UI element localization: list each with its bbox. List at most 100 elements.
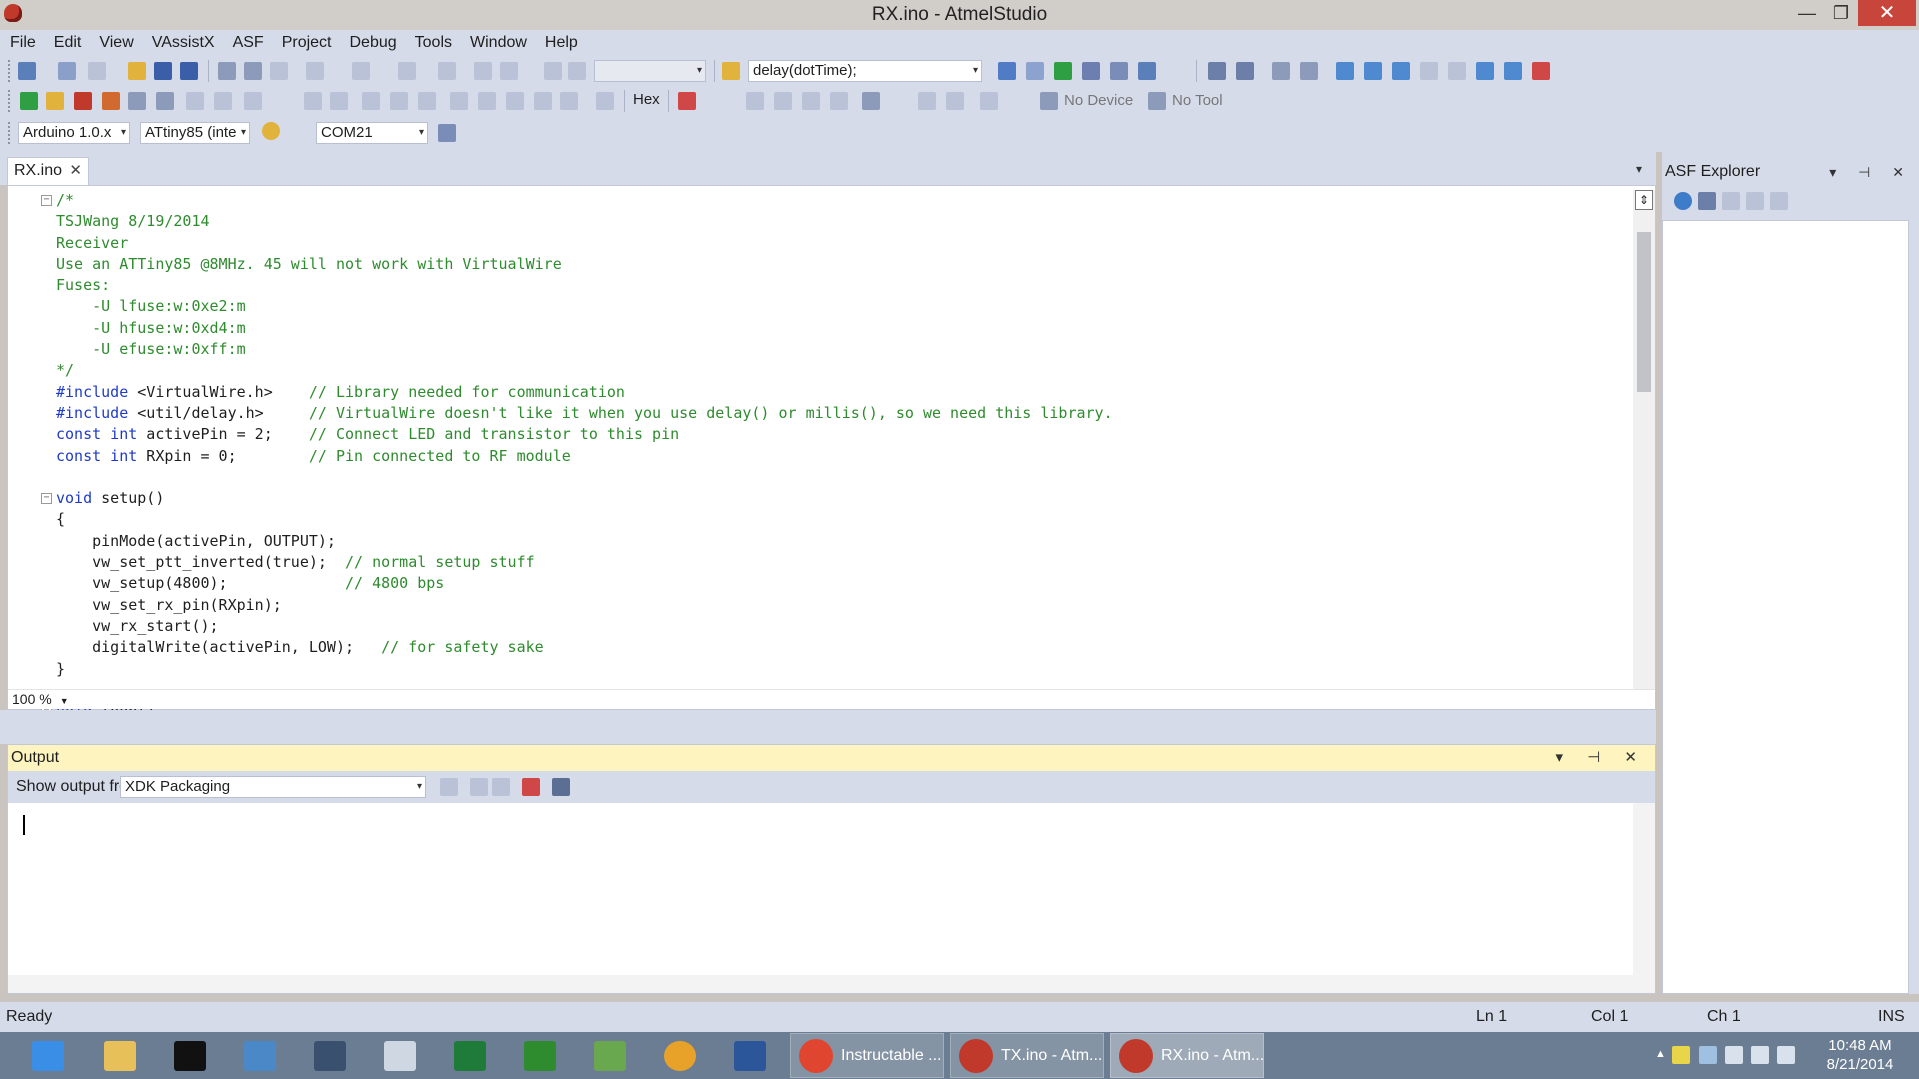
code-line[interactable]: const int RXpin = 0; // Pin connected to… — [8, 446, 1633, 467]
start-debugging-icon[interactable] — [544, 62, 562, 80]
toolbar-grip[interactable] — [8, 90, 12, 112]
cut-icon[interactable] — [218, 62, 236, 80]
scrollbar-thumb[interactable] — [1637, 232, 1651, 392]
menu-project[interactable]: Project — [282, 34, 332, 52]
menu-asf[interactable]: ASF — [233, 34, 264, 52]
open-folder-icon[interactable] — [128, 62, 146, 80]
no-tool-label[interactable]: No Tool — [1172, 92, 1223, 109]
toolbar-grip[interactable] — [8, 122, 12, 144]
attach-debugger-icon[interactable] — [186, 92, 204, 110]
serial-monitor-icon[interactable] — [128, 92, 146, 110]
code-line[interactable]: vw_set_rx_pin(RXpin); — [8, 595, 1633, 616]
step-into-icon[interactable] — [450, 92, 468, 110]
tab-list-dropdown-icon[interactable]: ▾ — [1636, 162, 1642, 176]
step-over-icon[interactable] — [304, 92, 322, 110]
code-editor[interactable]: −/* TSJWang 8/19/2014 Receiver Use an ATTin… — [7, 185, 1656, 710]
run-to-cursor-icon[interactable] — [506, 92, 524, 110]
next-bookmark-in-folder-icon[interactable] — [1448, 62, 1466, 80]
code-line[interactable]: Receiver — [8, 233, 1633, 254]
redo-icon[interactable] — [352, 62, 370, 80]
zoom-level-select[interactable]: 100 % ▼ — [12, 690, 69, 710]
output-source-select[interactable]: XDK Packaging ▾ — [120, 776, 426, 798]
output-horizontal-scrollbar[interactable] — [8, 975, 1655, 993]
taskbar-task-manager-icon[interactable] — [372, 1036, 428, 1076]
locals-icon[interactable] — [774, 92, 792, 110]
upload-icon[interactable] — [102, 92, 120, 110]
volume-icon[interactable] — [1725, 1046, 1743, 1064]
find-combo-box[interactable]: delay(dotTime); ▾ — [748, 60, 982, 82]
menu-view[interactable]: View — [99, 34, 133, 52]
refresh-icon[interactable] — [1674, 192, 1692, 210]
code-line[interactable]: #include <util/delay.h> // VirtualWire d… — [8, 403, 1633, 424]
previous-bookmark-in-folder-icon[interactable] — [1420, 62, 1438, 80]
next-bookmark-in-file-icon[interactable] — [1504, 62, 1522, 80]
previous-bookmark-icon[interactable] — [1364, 62, 1382, 80]
toolbox-icon[interactable] — [1082, 62, 1100, 80]
hex-toggle-button[interactable]: Hex — [633, 91, 660, 108]
close-tab-icon[interactable]: ✕ — [69, 158, 82, 184]
tray-app-icon[interactable] — [1672, 1046, 1690, 1064]
taskbar-schematic-icon[interactable] — [582, 1036, 638, 1076]
menu-tools[interactable]: Tools — [415, 34, 452, 52]
close-window-button[interactable]: ✕ — [1858, 0, 1916, 26]
continue-icon[interactable] — [418, 92, 436, 110]
clear-bookmarks-icon[interactable] — [1532, 62, 1550, 80]
find-combo-icon[interactable] — [722, 62, 740, 80]
network-icon[interactable] — [1699, 1046, 1717, 1064]
decrease-indent-icon[interactable] — [1208, 62, 1226, 80]
extension-manager-icon[interactable] — [1110, 62, 1128, 80]
next-bookmark-icon[interactable] — [1392, 62, 1410, 80]
next-message-icon[interactable] — [492, 778, 510, 796]
code-line[interactable]: Use an ATTiny85 @8MHz. 45 will not work … — [8, 254, 1633, 275]
panel-splitter[interactable] — [0, 710, 1656, 744]
code-line[interactable]: */ — [8, 360, 1633, 381]
toggle-word-wrap-icon[interactable] — [552, 778, 570, 796]
code-line[interactable] — [8, 467, 1633, 488]
code-line[interactable]: -U efuse:w:0xff:m — [8, 339, 1633, 360]
solution-configuration-dropdown[interactable]: ▾ — [594, 60, 706, 82]
increase-indent-icon[interactable] — [1236, 62, 1254, 80]
call-stack-icon[interactable] — [802, 92, 820, 110]
rebuild-icon[interactable] — [74, 92, 92, 110]
board-version-select[interactable]: Arduino 1.0.x ▾ — [18, 122, 130, 144]
undo-icon[interactable] — [306, 62, 324, 80]
start-without-debugging-icon[interactable] — [568, 62, 586, 80]
processor-view-icon[interactable] — [862, 92, 880, 110]
action-center-icon[interactable] — [1777, 1046, 1795, 1064]
menu-file[interactable]: File — [10, 34, 36, 52]
serial-port-select[interactable]: COM21 ▾ — [316, 122, 428, 144]
taskbar-remote-desktop-icon[interactable] — [232, 1036, 288, 1076]
paste-icon[interactable] — [270, 62, 288, 80]
taskbar-vmware-icon[interactable] — [302, 1036, 358, 1076]
maximize-button[interactable]: ❐ — [1824, 0, 1858, 26]
settings-icon[interactable] — [156, 92, 174, 110]
pause-icon[interactable] — [390, 92, 408, 110]
watch-icon[interactable] — [746, 92, 764, 110]
previous-bookmark-in-file-icon[interactable] — [1476, 62, 1494, 80]
sort-icon[interactable] — [1698, 192, 1716, 210]
solution-explorer-icon[interactable] — [998, 62, 1016, 80]
navigate-backward-icon[interactable] — [398, 62, 416, 80]
find-in-files-icon[interactable] — [474, 62, 492, 80]
taskbar-vlc-icon[interactable] — [652, 1036, 708, 1076]
run-icon[interactable] — [362, 92, 380, 110]
code-line[interactable]: −/* — [8, 190, 1633, 211]
breakpoints-window-icon[interactable] — [678, 92, 696, 110]
new-project-icon[interactable] — [18, 62, 36, 80]
code-line[interactable]: -U hfuse:w:0xd4:m — [8, 318, 1633, 339]
code-line[interactable]: vw_set_ptt_inverted(true); // normal set… — [8, 552, 1633, 573]
toggle-bookmark-icon[interactable] — [1336, 62, 1354, 80]
reset-icon[interactable] — [534, 92, 552, 110]
fold-toggle-icon[interactable]: − — [41, 195, 52, 206]
taskbar-command-prompt-icon[interactable] — [162, 1036, 218, 1076]
output-vertical-scrollbar[interactable] — [1633, 803, 1655, 975]
tab-rx-ino[interactable]: RX.ino ✕ — [7, 157, 89, 185]
menu-help[interactable]: Help — [545, 34, 578, 52]
copy-icon[interactable] — [244, 62, 262, 80]
show-next-statement-icon[interactable] — [560, 92, 578, 110]
code-line[interactable]: Fuses: — [8, 275, 1633, 296]
code-area[interactable]: −/* TSJWang 8/19/2014 Receiver Use an ATTin… — [8, 190, 1633, 710]
registers-icon[interactable] — [830, 92, 848, 110]
asf-window-buttons[interactable]: ▾ ⊣ ✕ — [1829, 160, 1913, 184]
taskbar-window-tx[interactable]: TX.ino - Atm... — [950, 1033, 1104, 1078]
